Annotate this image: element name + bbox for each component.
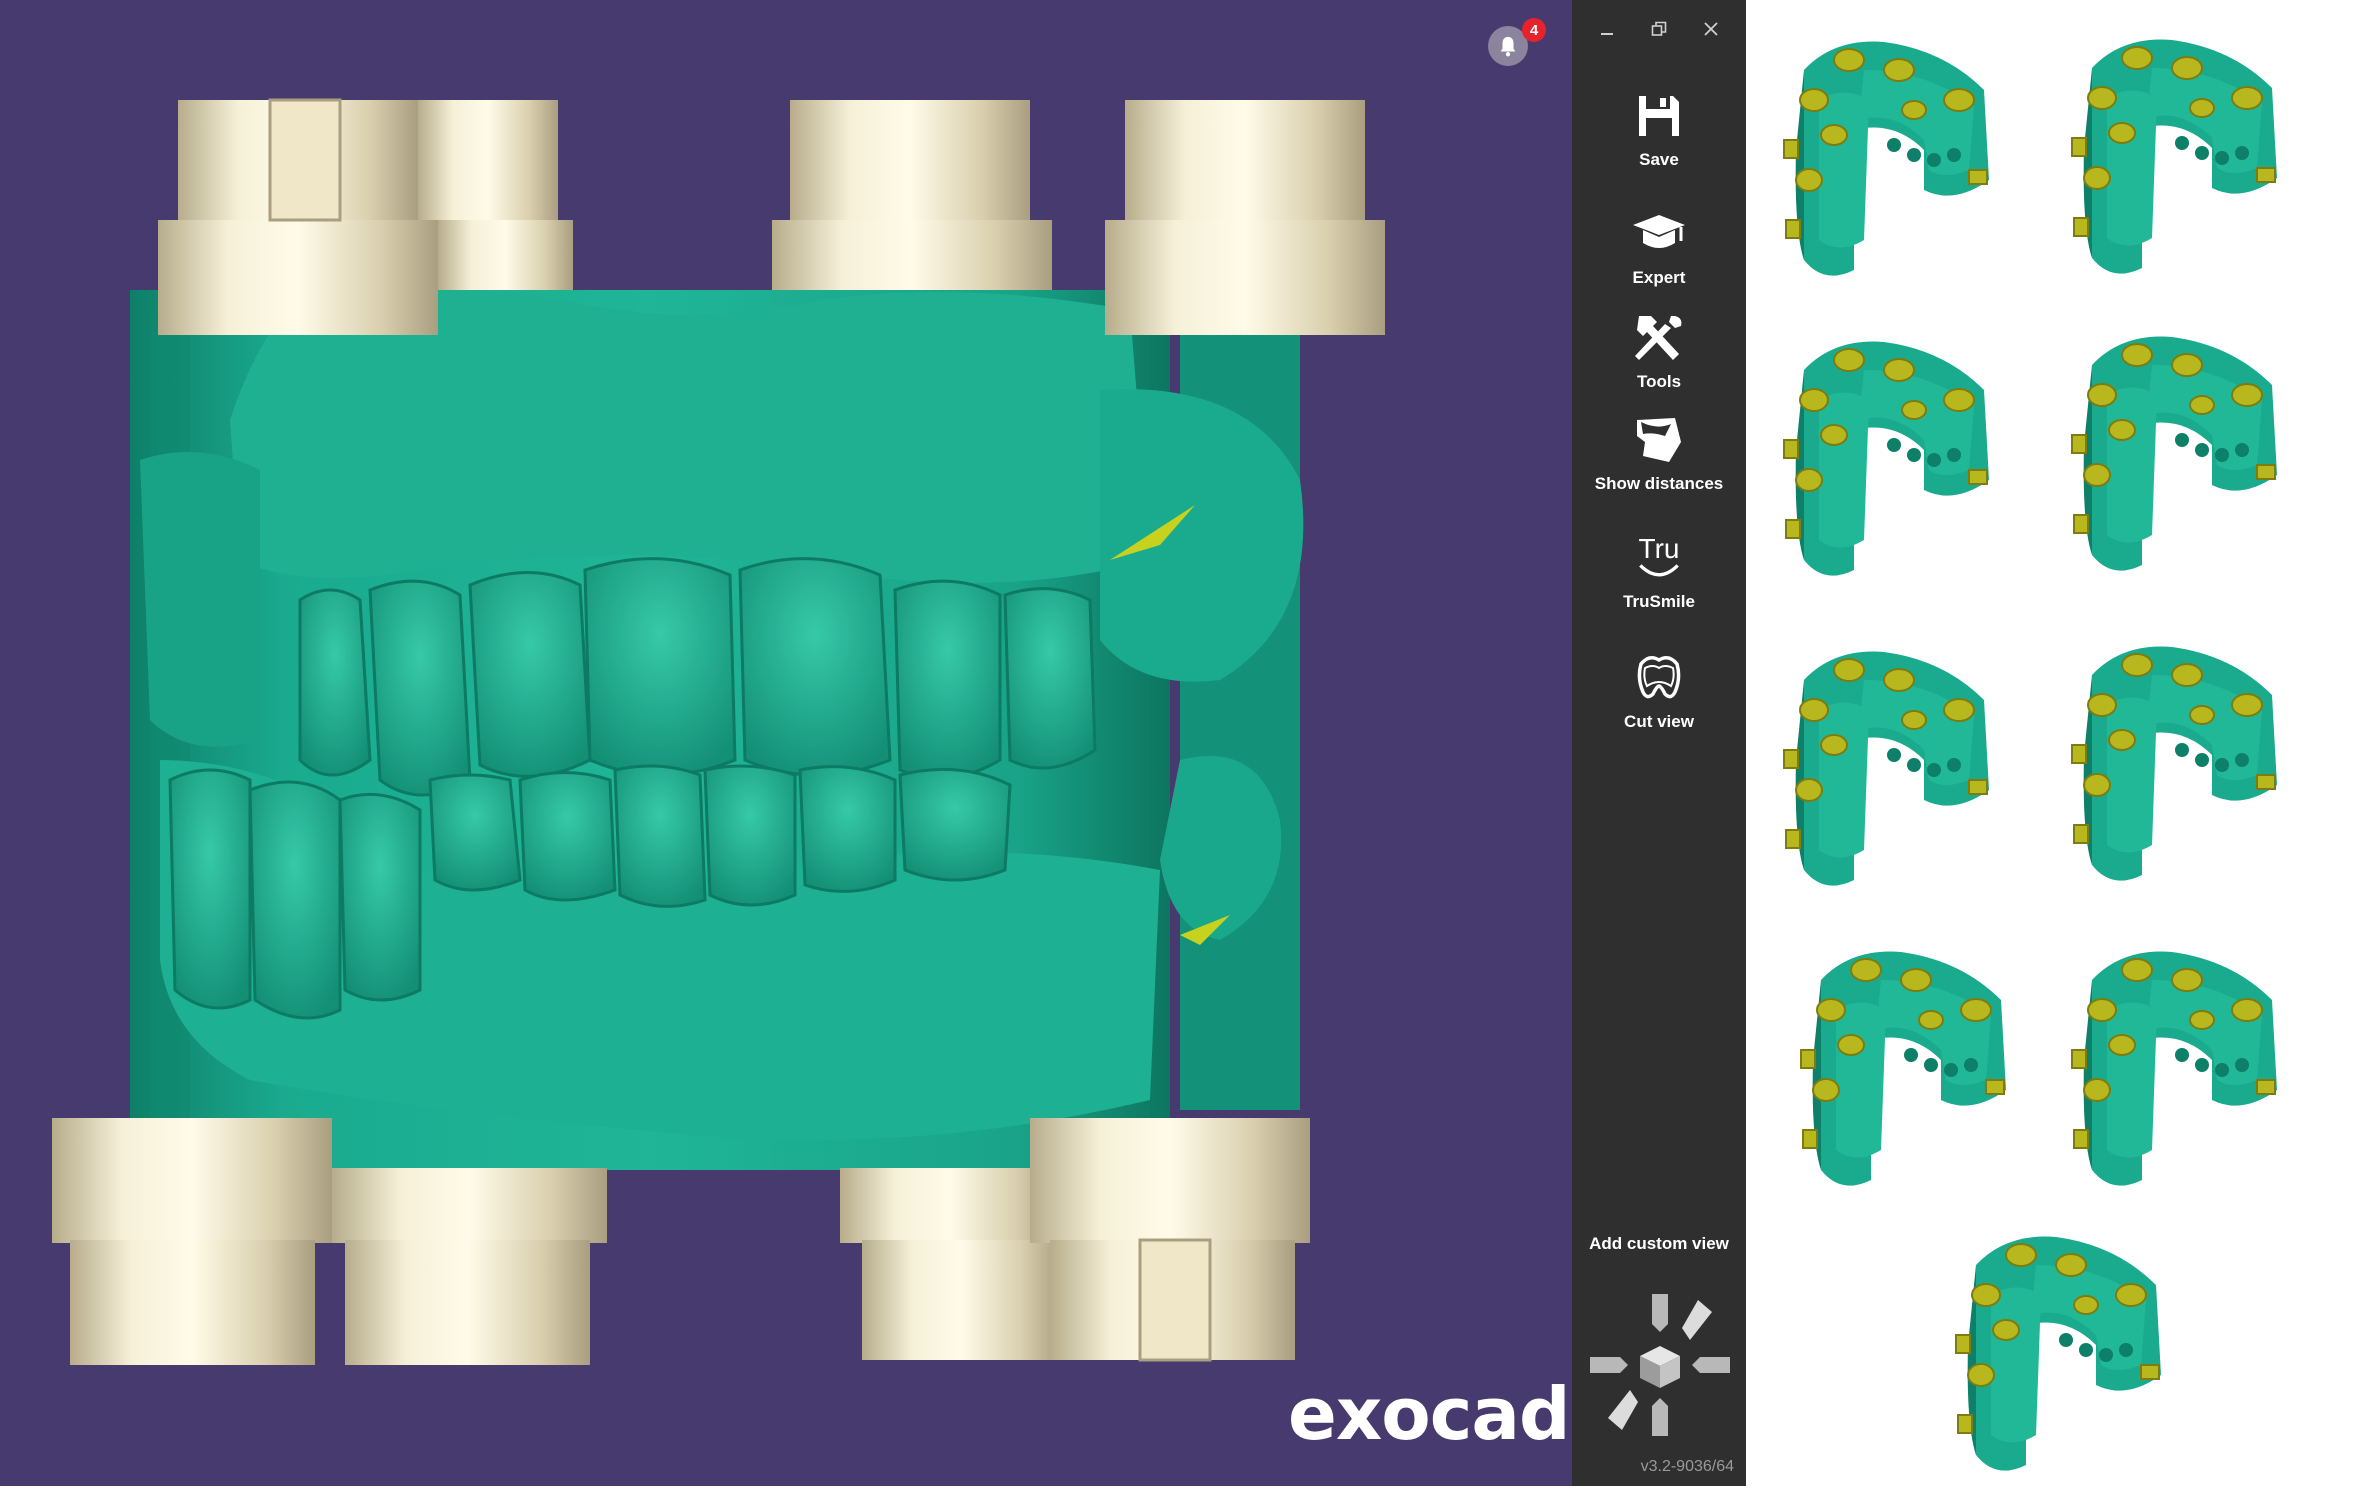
dental-model-thumbnail-icon [1783,341,1989,576]
close-button[interactable] [1694,14,1728,44]
cut-view-label: Cut view [1624,712,1694,731]
tools-button[interactable]: Tools [1572,310,1746,392]
dental-model-thumbnail-icon [1783,651,1989,886]
save-label: Save [1639,150,1679,169]
view-navigation-cube[interactable] [1590,1290,1730,1440]
dental-model-thumbnail[interactable] [1774,330,2004,600]
version-label: v3.2-9036/64 [1640,1458,1734,1475]
dental-model-thumbnail[interactable] [2062,325,2292,595]
dental-model-thumbnail-icon [1783,41,1989,276]
dental-model-thumbnail[interactable] [1774,30,2004,300]
save-icon [1631,88,1687,144]
trusmile-label: TruSmile [1623,592,1695,611]
dental-model-thumbnail-icon [2071,336,2277,571]
graduation-cap-icon [1631,206,1687,262]
minimize-button[interactable] [1590,14,1624,44]
restore-icon [1651,21,1667,36]
dental-model-thumbnail-icon [1955,1236,2161,1471]
restore-button[interactable] [1642,14,1676,44]
upper-teeth [298,557,1097,797]
dental-model-thumbnail[interactable] [2062,635,2292,905]
dental-model-thumbnail-icon [2071,951,2277,1186]
thumbnail-gallery [1746,0,2368,1486]
dental-model-thumbnail-icon [2071,646,2277,881]
tooth-cut-icon [1631,650,1687,706]
dental-model-thumbnail-icon [2071,39,2277,274]
dental-model-thumbnail[interactable] [2062,940,2292,1210]
minimize-icon [1601,33,1613,35]
close-icon [1704,22,1718,36]
hammer-wrench-icon [1631,310,1687,366]
svg-text:Tru: Tru [1639,533,1680,564]
bell-icon [1500,36,1516,57]
dental-model-thumbnail[interactable] [1791,940,2021,1210]
save-button[interactable]: Save [1572,88,1746,170]
cut-view-button[interactable]: Cut view [1572,650,1746,732]
dental-model-scene[interactable] [0,0,1572,1486]
dental-model-thumbnail[interactable] [2062,28,2292,298]
notification-count-badge: 4 [1522,18,1546,42]
tools-label: Tools [1636,372,1682,391]
expert-label: Expert [1632,268,1686,287]
dental-model-thumbnail[interactable] [1946,1225,2176,1495]
distance-map-icon [1631,412,1687,468]
trusmile-button[interactable]: Tru TruSmile [1572,530,1746,612]
trusmile-icon: Tru [1631,530,1687,586]
show-distances-button[interactable]: Show distances [1572,412,1746,494]
exocad-logo: exocad [1288,1372,1571,1456]
expert-button[interactable]: Expert [1572,206,1746,288]
add-custom-view-button[interactable]: Add custom view [1572,1234,1746,1254]
right-toolbar: Save Expert Tools Show distances Tru Tru… [1572,0,1746,1486]
3d-viewport[interactable]: exocad 4 [0,0,1572,1486]
show-distances-label: Show distances [1594,474,1724,493]
dental-model-thumbnail-icon [1800,951,2006,1186]
dental-model-thumbnail[interactable] [1774,640,2004,910]
